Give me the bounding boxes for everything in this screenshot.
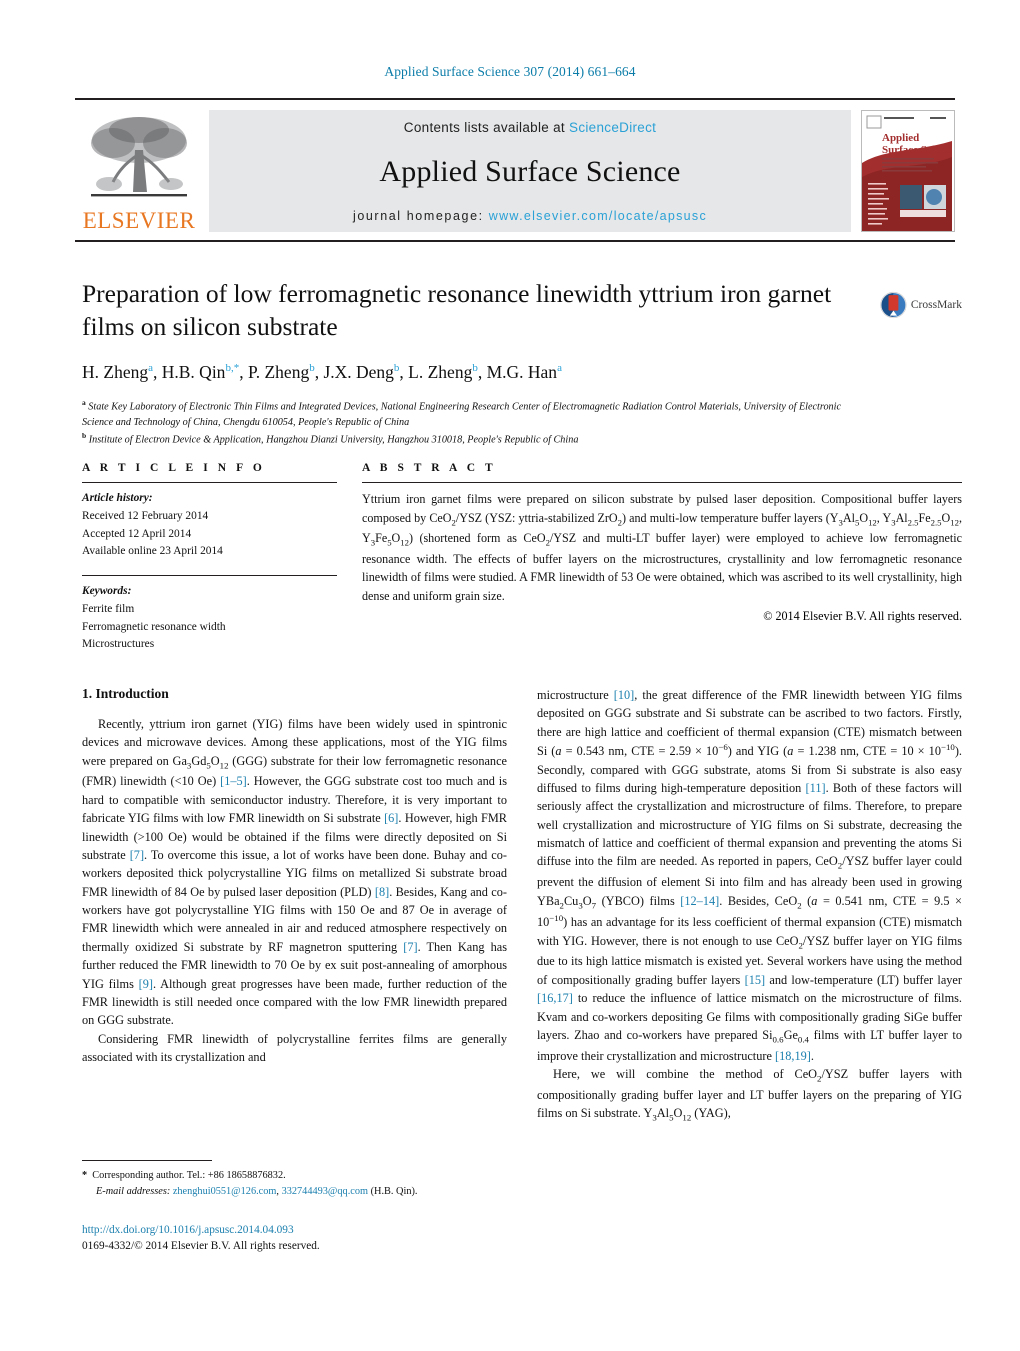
paper-page: Applied Surface Science 307 (2014) 661–6… xyxy=(0,0,1020,1351)
elsevier-tree-icon xyxy=(91,117,187,197)
keyword-item: Ferrite film xyxy=(82,602,135,615)
journal-cover-thumbnail[interactable]: Applied Surface Science xyxy=(861,110,955,232)
history-accepted: Accepted 12 April 2014 xyxy=(82,527,192,540)
running-head: Applied Surface Science 307 (2014) 661–6… xyxy=(384,64,636,79)
history-online: Available online 23 April 2014 xyxy=(82,545,223,558)
corresponding-author-line: * Corresponding author. Tel.: +86 186588… xyxy=(82,1170,286,1181)
info-abstract-row: A R T I C L E I N F O Article history: R… xyxy=(82,462,962,654)
contents-lists-line: Contents lists available at ScienceDirec… xyxy=(404,120,656,135)
paragraph: microstructure [10], the great differenc… xyxy=(537,688,963,1063)
abstract-copyright: © 2014 Elsevier B.V. All rights reserved… xyxy=(763,609,962,624)
article-info-heading: A R T I C L E I N F O xyxy=(82,462,266,474)
keyword-item: Microstructures xyxy=(82,638,155,651)
journal-band: Contents lists available at ScienceDirec… xyxy=(209,110,851,232)
email-owner: (H.B. Qin). xyxy=(370,1186,418,1198)
affiliations: a State Key Laboratory of Electronic Thi… xyxy=(82,397,872,448)
footnote-divider xyxy=(82,1160,212,1161)
svg-text:Applied: Applied xyxy=(882,132,919,144)
issn-copyright-line: 0169-4332/© 2014 Elsevier B.V. All right… xyxy=(82,1240,320,1253)
journal-title: Applied Surface Science xyxy=(379,155,681,188)
journal-masthead: ELSEVIER Contents lists available at Sci… xyxy=(75,98,955,242)
abstract-text: Yttrium iron garnet films were prepared … xyxy=(362,492,962,603)
article-info-column: A R T I C L E I N F O Article history: R… xyxy=(82,462,337,654)
homepage-prefix: journal homepage: xyxy=(352,209,489,223)
crossmark-icon xyxy=(880,291,907,319)
author-list: H. Zhenga, H.B. Qinb,*, P. Zhengb, J.X. … xyxy=(82,362,562,383)
abstract-heading: A B S T R A C T xyxy=(362,462,497,474)
page-title: Preparation of low ferromagnetic resonan… xyxy=(82,279,832,341)
article-history: Article history: Received 12 February 20… xyxy=(82,490,337,561)
keyword-item: Ferromagnetic resonance width xyxy=(82,620,226,633)
history-received: Received 12 February 2014 xyxy=(82,509,209,522)
journal-homepage-link[interactable]: www.elsevier.com/locate/apsusc xyxy=(489,209,707,223)
title-block: Preparation of low ferromagnetic resonan… xyxy=(82,278,872,448)
divider xyxy=(82,575,337,577)
affiliation-b: b Institute of Electron Device & Applica… xyxy=(82,431,579,446)
sciencedirect-link[interactable]: ScienceDirect xyxy=(569,120,656,135)
journal-homepage-line: journal homepage: www.elsevier.com/locat… xyxy=(353,209,707,223)
affiliation-a: a State Key Laboratory of Electronic Thi… xyxy=(82,398,842,428)
email-line: E-mail addresses: zhenghui0551@126.com, … xyxy=(96,1186,418,1198)
divider xyxy=(82,482,337,483)
email-link-secondary[interactable]: 332744493@qq.com xyxy=(282,1186,368,1197)
contents-prefix: Contents lists available at xyxy=(403,120,570,135)
article-history-label: Article history: xyxy=(82,492,153,504)
corresponding-author-footnote: * Corresponding author. Tel.: +86 186588… xyxy=(82,1160,507,1201)
svg-text:Surface Science: Surface Science xyxy=(882,144,952,156)
elsevier-wordmark: ELSEVIER xyxy=(82,208,196,233)
doi-block: http://dx.doi.org/10.1016/j.apsusc.2014.… xyxy=(82,1222,582,1255)
email-link-primary[interactable]: zhenghui0551@126.com xyxy=(173,1186,277,1197)
paragraph: Here, we will combine the method of CeO2… xyxy=(537,1066,962,1123)
body-column-left: 1. Introduction Recently, yttrium iron g… xyxy=(82,686,507,1125)
crossmark-label: CrossMark xyxy=(910,299,962,311)
email-label: E-mail addresses: xyxy=(96,1186,171,1198)
paragraph: Considering FMR linewidth of polycrystal… xyxy=(82,1031,507,1065)
divider xyxy=(362,482,962,483)
section-heading-introduction: 1. Introduction xyxy=(82,686,169,701)
body-column-right: microstructure [10], the great differenc… xyxy=(537,686,962,1125)
keywords-label: Keywords: xyxy=(82,585,132,598)
abstract-column: A B S T R A C T Yttrium iron garnet film… xyxy=(362,462,962,654)
doi-link[interactable]: http://dx.doi.org/10.1016/j.apsusc.2014.… xyxy=(82,1222,582,1238)
paragraph: Recently, yttrium iron garnet (YIG) film… xyxy=(82,717,508,1028)
keywords-block: Keywords: Ferrite film Ferromagnetic res… xyxy=(82,583,337,654)
crossmark-badge[interactable]: CrossMark xyxy=(880,284,962,326)
elsevier-logo: ELSEVIER xyxy=(75,104,203,240)
body-columns: 1. Introduction Recently, yttrium iron g… xyxy=(82,686,962,1125)
cover-artwork: Applied Surface Science xyxy=(862,111,954,231)
